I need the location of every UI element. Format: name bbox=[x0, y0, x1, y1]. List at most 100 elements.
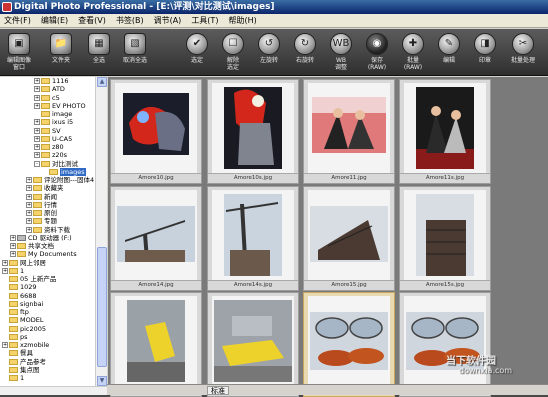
tree-item[interactable]: +1116 bbox=[0, 77, 106, 85]
thumbnail-cell[interactable]: Amore11s.jpg bbox=[399, 79, 491, 184]
tree-item[interactable]: 餐具 bbox=[0, 349, 106, 357]
zoom-mode-label[interactable]: 标准 bbox=[207, 386, 229, 395]
tree-item[interactable]: + z80 bbox=[0, 143, 106, 151]
tree-item[interactable]: images bbox=[0, 167, 106, 176]
tree-item[interactable]: + CD 驱动器 (F:) bbox=[0, 234, 106, 242]
toolbar-button-batch-process[interactable]: ✂ 批量处理 bbox=[508, 33, 538, 75]
toolbar-button-stamp[interactable]: ◨ 印章 bbox=[470, 33, 500, 75]
tree-item[interactable]: 05 上新产品 bbox=[0, 275, 106, 283]
expand-icon[interactable]: + bbox=[34, 94, 40, 101]
menu-item-5[interactable]: 工具(T) bbox=[191, 15, 218, 26]
tree-item[interactable]: 1029 bbox=[0, 283, 106, 291]
toolbar-button-rotate-left[interactable]: ↺ 左旋转 bbox=[254, 33, 284, 75]
expand-icon[interactable]: + bbox=[34, 78, 40, 84]
menu-item-3[interactable]: 书签(B) bbox=[116, 15, 144, 26]
expand-icon[interactable]: + bbox=[34, 135, 40, 142]
tree-item[interactable]: - 对比测试 bbox=[0, 160, 106, 168]
toolbar-button-wb-adjust[interactable]: WB WB 调整 bbox=[326, 33, 356, 75]
tree-item[interactable]: + 新闻 bbox=[0, 193, 106, 201]
thumbnail-cell[interactable]: Amore11.jpg bbox=[303, 79, 395, 184]
thumbnail-cell[interactable]: Amore17.jpg bbox=[303, 292, 395, 397]
expand-icon[interactable]: + bbox=[10, 251, 16, 258]
expand-icon[interactable]: + bbox=[26, 226, 32, 233]
expand-icon[interactable]: + bbox=[2, 267, 8, 274]
menu-item-1[interactable]: 编辑(E) bbox=[41, 15, 68, 26]
expand-icon[interactable]: + bbox=[10, 234, 16, 241]
tree-item[interactable]: +1 bbox=[0, 267, 106, 275]
thumbnail-cell[interactable]: Amore10.jpg bbox=[110, 79, 202, 184]
tree-item[interactable]: + ixus i5 bbox=[0, 118, 106, 126]
toolbar-button-edit-image-window[interactable]: ▣ 编辑图像 窗口 bbox=[4, 33, 34, 75]
expand-icon[interactable]: + bbox=[26, 193, 32, 200]
toolbar-button-clear-check[interactable]: ☐ 解除 选定 bbox=[218, 33, 248, 75]
expand-icon[interactable]: + bbox=[26, 210, 32, 216]
tree-item[interactable]: + 收藏夹 bbox=[0, 184, 106, 192]
scroll-up-icon[interactable]: ▲ bbox=[97, 77, 107, 87]
toolbar-button-rotate-right[interactable]: ↻ 右旋转 bbox=[290, 33, 320, 75]
tree-item[interactable]: + c5 bbox=[0, 94, 106, 102]
tree-item[interactable]: + 原创 bbox=[0, 209, 106, 217]
menu-item-6[interactable]: 帮助(H) bbox=[228, 15, 256, 26]
tree-item[interactable]: MODEL bbox=[0, 316, 106, 324]
scrollbar-thumb[interactable] bbox=[97, 247, 107, 367]
tree-item[interactable]: + ATD bbox=[0, 85, 106, 93]
thumbnail-cell[interactable]: Amore17s.jpg bbox=[399, 292, 491, 397]
toolbar-button-save-raw[interactable]: ◉ 保存 (RAW) bbox=[362, 33, 392, 75]
tree-item[interactable]: + 评论附图---固体4 bbox=[0, 176, 106, 184]
expand-icon[interactable]: + bbox=[34, 152, 40, 159]
thumbnail-cell[interactable]: Amore16.jpg bbox=[110, 292, 202, 397]
expand-icon[interactable]: + bbox=[26, 185, 32, 192]
menu-item-0[interactable]: 文件(F) bbox=[4, 15, 31, 26]
tree-item[interactable]: + U-CA5 bbox=[0, 135, 106, 143]
tree-item[interactable]: + 共享文档 bbox=[0, 242, 106, 250]
thumbnail-cell[interactable]: Amore10s.jpg bbox=[207, 79, 299, 184]
tree-item[interactable]: image bbox=[0, 110, 106, 118]
tree-item[interactable]: pic2005 bbox=[0, 325, 106, 333]
expand-icon[interactable]: + bbox=[2, 259, 8, 266]
tree-item[interactable]: 集点图 bbox=[0, 366, 106, 374]
toolbar-button-deselect-all[interactable]: ▧ 取消全选 bbox=[120, 33, 150, 75]
tree-item[interactable]: ftp bbox=[0, 308, 106, 316]
tree-item[interactable]: + z20s bbox=[0, 151, 106, 159]
toolbar-button-recipe-raw[interactable]: ✚ 批量 (RAW) bbox=[398, 33, 428, 75]
tree-item[interactable]: + 行情 bbox=[0, 201, 106, 209]
expand-icon[interactable]: + bbox=[26, 201, 32, 208]
tree-vertical-scrollbar[interactable]: ▲ ▼ bbox=[95, 77, 107, 386]
expand-icon[interactable]: + bbox=[10, 243, 16, 249]
expand-icon[interactable]: + bbox=[2, 342, 8, 348]
thumbnail-cell[interactable]: Amore15s.jpg bbox=[399, 186, 491, 291]
thumbnail-cell[interactable]: Amore16s.jpg bbox=[207, 292, 299, 397]
tree-item[interactable]: + My Documents bbox=[0, 250, 106, 258]
toolbar-button-check-mark[interactable]: ✔ 选定 bbox=[182, 33, 212, 75]
expand-icon[interactable]: + bbox=[26, 218, 32, 225]
toolbar-button-edit[interactable]: ✎ 编辑 bbox=[434, 33, 464, 75]
collapse-icon[interactable]: - bbox=[34, 160, 40, 167]
tree-item[interactable]: + 网上邻居 bbox=[0, 259, 106, 267]
thumbnail-cell[interactable]: Amore14s.jpg bbox=[207, 186, 299, 291]
folder-tree[interactable]: +1116 + ATD + c5 + EV PHOTO image + ixus i5 + SV + U-… bbox=[0, 77, 107, 386]
menu-item-4[interactable]: 调节(A) bbox=[154, 15, 182, 26]
tree-item[interactable]: 产品参考 bbox=[0, 358, 106, 366]
expand-icon[interactable]: + bbox=[34, 102, 40, 109]
tree-item[interactable]: + 专题 bbox=[0, 217, 106, 225]
tree-item[interactable]: + xzmobile bbox=[0, 341, 106, 349]
tree-item[interactable]: ps bbox=[0, 333, 106, 341]
tree-item[interactable]: + 资料下载 bbox=[0, 226, 106, 234]
menu-item-2[interactable]: 查看(V) bbox=[78, 15, 106, 26]
scroll-down-icon[interactable]: ▼ bbox=[97, 376, 107, 386]
tree-item[interactable]: 1 bbox=[0, 374, 106, 382]
expand-icon[interactable]: + bbox=[34, 86, 40, 93]
thumbnail-cell[interactable]: Amore14.jpg bbox=[110, 186, 202, 291]
tree-item[interactable]: 6688 bbox=[0, 292, 106, 300]
tree-item[interactable]: signbai bbox=[0, 300, 106, 308]
tree-item[interactable]: + EV PHOTO bbox=[0, 102, 106, 110]
expand-icon[interactable]: + bbox=[26, 177, 32, 183]
expand-icon[interactable]: + bbox=[34, 144, 40, 150]
tree-horizontal-scrollbar[interactable] bbox=[0, 386, 107, 395]
expand-icon[interactable]: + bbox=[34, 119, 40, 126]
toolbar-button-select-all[interactable]: ▦ 全选 bbox=[84, 33, 114, 75]
tree-item[interactable]: + SV bbox=[0, 127, 106, 135]
expand-icon[interactable]: + bbox=[34, 127, 40, 134]
toolbar-button-folder[interactable]: 📁 文件夹 bbox=[46, 33, 76, 75]
thumbnail-cell[interactable]: Amore15.jpg bbox=[303, 186, 395, 291]
